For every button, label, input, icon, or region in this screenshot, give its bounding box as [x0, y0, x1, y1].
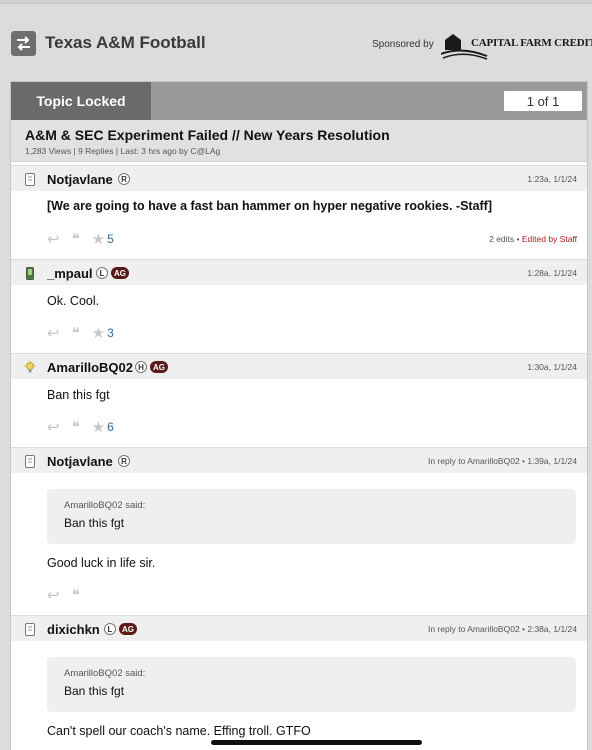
post-header: dixichkn L AG In reply to AmarilloBQ02 •… [11, 615, 587, 641]
rank-badge: L [96, 267, 108, 279]
post-time: In reply to AmarilloBQ02 • 1:39a, 1/1/24 [428, 456, 577, 466]
quote-author: AmarilloBQ02 said: [64, 500, 146, 511]
rank-badge: L [104, 623, 116, 635]
post-body: [We are going to have a fast ban hammer … [47, 199, 493, 213]
back-button[interactable] [11, 31, 36, 56]
edit-count[interactable]: 2 edits [489, 234, 514, 244]
ag-badge: AG [150, 361, 168, 373]
username[interactable]: Notjavlane [47, 172, 113, 187]
quote-icon[interactable]: ❝ [72, 586, 80, 604]
post: Notjavlane R 1:23a, 1/1/24 [We are going… [11, 165, 587, 259]
reply-icon[interactable]: ↩ [47, 586, 60, 604]
post: Notjavlane R In reply to AmarilloBQ02 • … [11, 447, 587, 615]
edit-info: 2 edits • Edited by Staff [489, 234, 577, 244]
sponsor-name: CAPITAL FARM CREDIT [471, 37, 592, 49]
post-actions: ↩ ❝ ★ 6 [47, 418, 114, 436]
post-actions: ↩ ❝ ★ 5 [47, 230, 114, 248]
quote-icon[interactable]: ❝ [72, 230, 80, 248]
post-header: Notjavlane R 1:23a, 1/1/24 [11, 165, 587, 191]
quote-author: AmarilloBQ02 said: [64, 668, 146, 679]
post-body: Ban this fgt [47, 388, 110, 402]
reply-icon[interactable]: ↩ [47, 418, 60, 436]
username[interactable]: dixichkn [47, 622, 100, 637]
rank-badge: R [118, 455, 130, 467]
tablet-icon [23, 454, 37, 468]
rank-badge: R [118, 173, 130, 185]
edit-separator: • [514, 234, 522, 244]
username[interactable]: _mpaul [47, 266, 93, 281]
site-title[interactable]: Texas A&M Football [45, 33, 206, 53]
topic-toolbar: Topic Locked 1 of 1 [11, 82, 587, 120]
post-body: Good luck in life sir. [47, 556, 156, 570]
post: AmarilloBQ02 H AG 1:30a, 1/1/24 Ban this… [11, 353, 587, 447]
quote-block: AmarilloBQ02 said: Ban this fgt [47, 657, 576, 712]
ag-badge: AG [119, 623, 137, 635]
post: dixichkn L AG In reply to AmarilloBQ02 •… [11, 615, 587, 750]
star-icon[interactable]: ★ [92, 418, 105, 436]
star-count: 5 [107, 232, 114, 246]
post-actions: ↩ ❝ ★ 3 [47, 324, 114, 342]
topic-meta: 1,283 Views | 9 Replies | Last: 3 hrs ag… [25, 146, 221, 156]
post: _mpaul L AG 1:28a, 1/1/24 Ok. Cool. ↩ ❝ … [11, 259, 587, 353]
topic-locked-tab: Topic Locked [11, 82, 151, 120]
topic-panel: Topic Locked 1 of 1 A&M & SEC Experiment… [10, 81, 588, 750]
home-indicator[interactable] [211, 740, 422, 745]
phone-icon [23, 266, 37, 280]
quote-text: Ban this fgt [64, 516, 125, 530]
reply-icon[interactable]: ↩ [47, 324, 60, 342]
lightbulb-icon [23, 360, 37, 374]
post-time: 1:23a, 1/1/24 [527, 174, 577, 184]
post-time: In reply to AmarilloBQ02 • 2:38a, 1/1/24 [428, 624, 577, 634]
swap-arrows-icon [17, 36, 30, 51]
reply-icon[interactable]: ↩ [47, 230, 60, 248]
topic-header: A&M & SEC Experiment Failed // New Years… [11, 120, 587, 162]
sponsored-label: Sponsored by [372, 39, 434, 50]
username[interactable]: AmarilloBQ02 [47, 360, 133, 375]
ag-badge: AG [111, 267, 129, 279]
post-actions: ↩ ❝ [47, 586, 92, 604]
username[interactable]: Notjavlane [47, 454, 113, 469]
quote-text: Ban this fgt [64, 684, 125, 698]
topic-title: A&M & SEC Experiment Failed // New Years… [25, 127, 390, 143]
edited-by-staff: Edited by Staff [521, 234, 577, 244]
page-selector[interactable]: 1 of 1 [503, 90, 583, 112]
post-header: _mpaul L AG 1:28a, 1/1/24 [11, 259, 587, 285]
post-body: Can't spell our coach's name. Effing tro… [47, 724, 311, 738]
star-icon[interactable]: ★ [92, 324, 105, 342]
rank-badge: H [135, 361, 147, 373]
post-time: 1:30a, 1/1/24 [527, 362, 577, 372]
quote-icon[interactable]: ❝ [72, 324, 80, 342]
post-header: AmarilloBQ02 H AG 1:30a, 1/1/24 [11, 353, 587, 379]
sponsor-logo[interactable]: CAPITAL FARM CREDIT [441, 28, 592, 60]
post-header: Notjavlane R In reply to AmarilloBQ02 • … [11, 447, 587, 473]
site-header: Texas A&M Football Sponsored by CAPITAL … [0, 4, 592, 78]
tablet-icon [23, 622, 37, 636]
post-time: 1:28a, 1/1/24 [527, 268, 577, 278]
star-count: 3 [107, 326, 114, 340]
star-icon[interactable]: ★ [92, 230, 105, 248]
tablet-icon [23, 172, 37, 186]
quote-block: AmarilloBQ02 said: Ban this fgt [47, 489, 576, 544]
quote-icon[interactable]: ❝ [72, 418, 80, 436]
star-count: 6 [107, 420, 114, 434]
post-body: Ok. Cool. [47, 294, 100, 308]
